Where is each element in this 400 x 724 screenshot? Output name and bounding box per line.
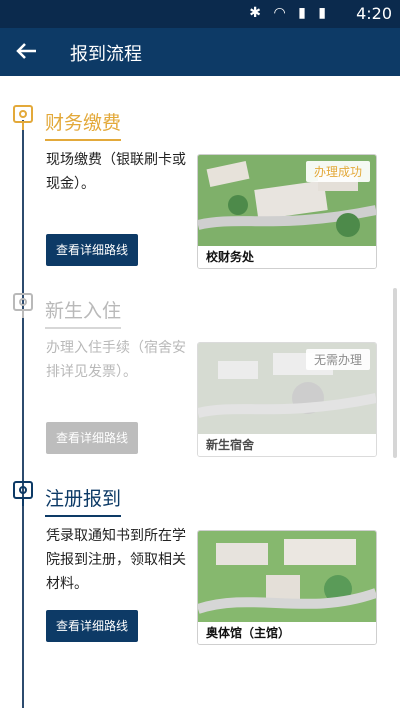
timeline-line <box>22 120 24 708</box>
location-card[interactable]: 办理成功 校财务处 <box>197 154 377 269</box>
location-name: 校财务处 <box>198 246 376 268</box>
battery-icon: ▮ <box>318 5 330 21</box>
view-route-button[interactable]: 查看详细路线 <box>46 422 138 454</box>
location-name: 奥体馆（主馆） <box>198 622 376 644</box>
step-description: 办理入住手续（宿舍安排详见发票）。 <box>46 340 186 380</box>
view-route-button[interactable]: 查看详细路线 <box>46 610 138 642</box>
location-pin-icon <box>13 105 33 130</box>
step-title: 财务缴费 <box>45 108 122 141</box>
step-title: 注册报到 <box>45 484 122 517</box>
step-description: 凭录取通知书到所在学院报到注册，领取相关材料。 <box>46 528 186 592</box>
back-button[interactable] <box>10 34 44 68</box>
view-route-button[interactable]: 查看详细路线 <box>46 234 138 266</box>
status-badge: 办理成功 <box>305 161 370 182</box>
location-pin-icon <box>13 481 33 506</box>
arrow-left-icon <box>16 43 36 59</box>
step-title: 新生入住 <box>45 296 122 329</box>
steps-timeline: 财务缴费 现场缴费（银联刷卡或现金）。 查看详细路线 办理成功 校财务处 新生入… <box>0 76 400 724</box>
location-name: 新生宿舍 <box>198 434 376 456</box>
location-pin-icon <box>13 293 33 318</box>
location-card[interactable]: 奥体馆（主馆） <box>197 530 377 645</box>
location-card[interactable]: 无需办理 新生宿舍 <box>197 342 377 457</box>
status-icons: ✱ ◠ ▮ ▮ <box>249 5 330 21</box>
status-badge: 无需办理 <box>305 349 370 370</box>
scrollbar[interactable] <box>393 288 397 458</box>
app-bar: 报到流程 <box>0 28 400 76</box>
status-bar: ✱ ◠ ▮ ▮ 4:20 <box>0 0 400 28</box>
page-title: 报到流程 <box>70 44 142 65</box>
campus-map-image <box>198 531 376 622</box>
step-description: 现场缴费（银联刷卡或现金）。 <box>46 152 186 192</box>
status-time: 4:20 <box>356 4 392 23</box>
bluetooth-icon: ✱ <box>249 5 265 21</box>
wifi-icon: ◠ <box>273 5 290 21</box>
signal-icon: ▮ <box>298 5 310 21</box>
